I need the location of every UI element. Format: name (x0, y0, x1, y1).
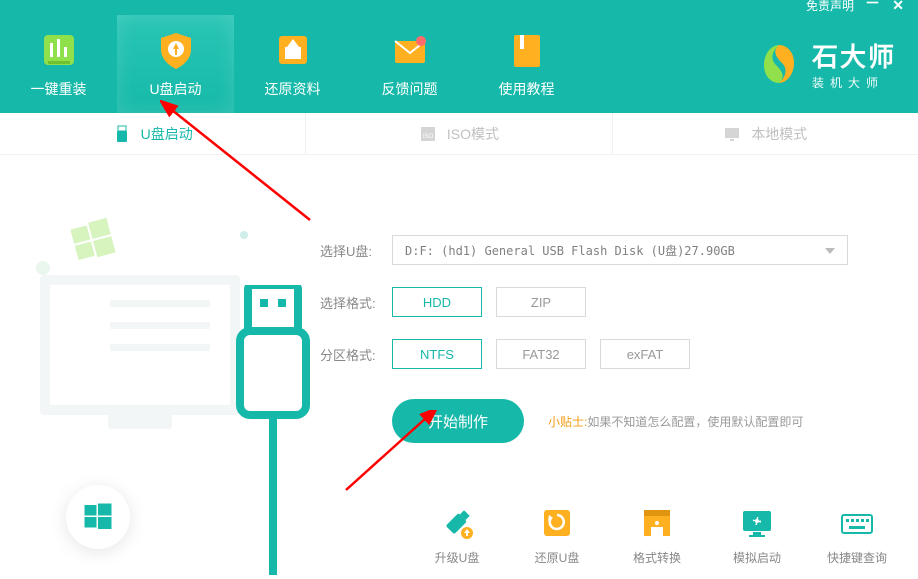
partition-fat32-button[interactable]: FAT32 (496, 339, 586, 369)
nav-tutorial[interactable]: 使用教程 (468, 15, 585, 113)
brand-tagline: 装机大师 (812, 74, 896, 91)
logo-icon (756, 41, 802, 87)
nav-feedback[interactable]: 反馈问题 (351, 15, 468, 113)
tip-body: 如果不知道怎么配置，使用默认配置即可 (587, 415, 803, 429)
tool-format-convert[interactable]: 格式转换 (618, 503, 696, 569)
tab-usb-boot[interactable]: U盘启动 (0, 113, 306, 154)
tip-text: 小贴士:如果不知道怎么配置，使用默认配置即可 (548, 413, 803, 430)
nav-label: 反馈问题 (382, 79, 438, 99)
book-icon (506, 29, 548, 71)
partition-ntfs-button[interactable]: NTFS (392, 339, 482, 369)
envelope-icon (389, 29, 431, 71)
label-partition-format: 分区格式: (320, 345, 392, 364)
tool-label: 快捷键查询 (827, 549, 887, 566)
tool-label: 还原U盘 (535, 549, 580, 566)
nav-usb-boot[interactable]: U盘启动 (117, 15, 234, 113)
usb-restore-icon (537, 503, 577, 543)
tool-label: 格式转换 (633, 549, 681, 566)
tool-hotkey-query[interactable]: 快捷键查询 (818, 503, 896, 569)
nav-label: 还原资料 (265, 79, 321, 99)
sub-tabs: U盘启动 ISO ISO模式 本地模式 (0, 113, 918, 155)
bottom-toolbar: 升级U盘 还原U盘 格式转换 模拟启动 快捷键查询 (0, 503, 918, 579)
brand-name: 石大师 (812, 37, 896, 74)
tab-local[interactable]: 本地模式 (613, 113, 918, 154)
title-bar: 免责声明 － ✕ (0, 0, 918, 15)
reinstall-icon (38, 29, 80, 71)
close-button[interactable]: ✕ (892, 0, 904, 12)
tab-label: U盘启动 (141, 124, 193, 144)
format-hdd-button[interactable]: HDD (392, 287, 482, 317)
brand-logo: 石大师 装机大师 (756, 15, 918, 113)
illustration (40, 185, 300, 485)
tab-label: 本地模式 (751, 124, 807, 144)
label-select-usb: 选择U盘: (320, 241, 392, 260)
usb-select-value: D:F: (hd1) General USB Flash Disk (U盘)27… (405, 242, 735, 259)
tool-restore-usb[interactable]: 还原U盘 (518, 503, 596, 569)
nav-reinstall[interactable]: 一键重装 (0, 15, 117, 113)
disk-convert-icon (637, 503, 677, 543)
disclaimer-link[interactable]: 免责声明 (806, 0, 854, 13)
nav-label: 一键重装 (31, 79, 87, 99)
tool-simulate-boot[interactable]: 模拟启动 (718, 503, 796, 569)
usb-icon (113, 125, 131, 143)
monitor-graphic (40, 275, 240, 415)
tool-label: 模拟启动 (733, 549, 781, 566)
start-button[interactable]: 开始制作 (392, 399, 524, 443)
shield-usb-icon (155, 29, 197, 71)
tab-label: ISO模式 (447, 124, 499, 144)
monitor-boot-icon (737, 503, 777, 543)
main-nav: 一键重装 U盘启动 还原资料 反馈问题 使用教程 石大师 装机大师 (0, 15, 918, 113)
iso-icon: ISO (419, 125, 437, 143)
minimize-button[interactable]: － (865, 0, 880, 10)
restore-box-icon (272, 29, 314, 71)
tool-upgrade-usb[interactable]: 升级U盘 (418, 503, 496, 569)
nav-label: U盘启动 (149, 79, 201, 99)
windows-icon (67, 215, 118, 266)
monitor-icon (723, 125, 741, 143)
format-zip-button[interactable]: ZIP (496, 287, 586, 317)
keyboard-icon (837, 503, 877, 543)
nav-restore[interactable]: 还原资料 (234, 15, 351, 113)
label-select-format: 选择格式: (320, 293, 392, 312)
usb-select[interactable]: D:F: (hd1) General USB Flash Disk (U盘)27… (392, 235, 848, 265)
usb-upgrade-icon (437, 503, 477, 543)
tab-iso[interactable]: ISO ISO模式 (306, 113, 612, 154)
nav-label: 使用教程 (499, 79, 555, 99)
svg-text:ISO: ISO (423, 134, 434, 140)
tip-head: 小贴士: (548, 415, 587, 429)
partition-exfat-button[interactable]: exFAT (600, 339, 690, 369)
tool-label: 升级U盘 (435, 549, 480, 566)
